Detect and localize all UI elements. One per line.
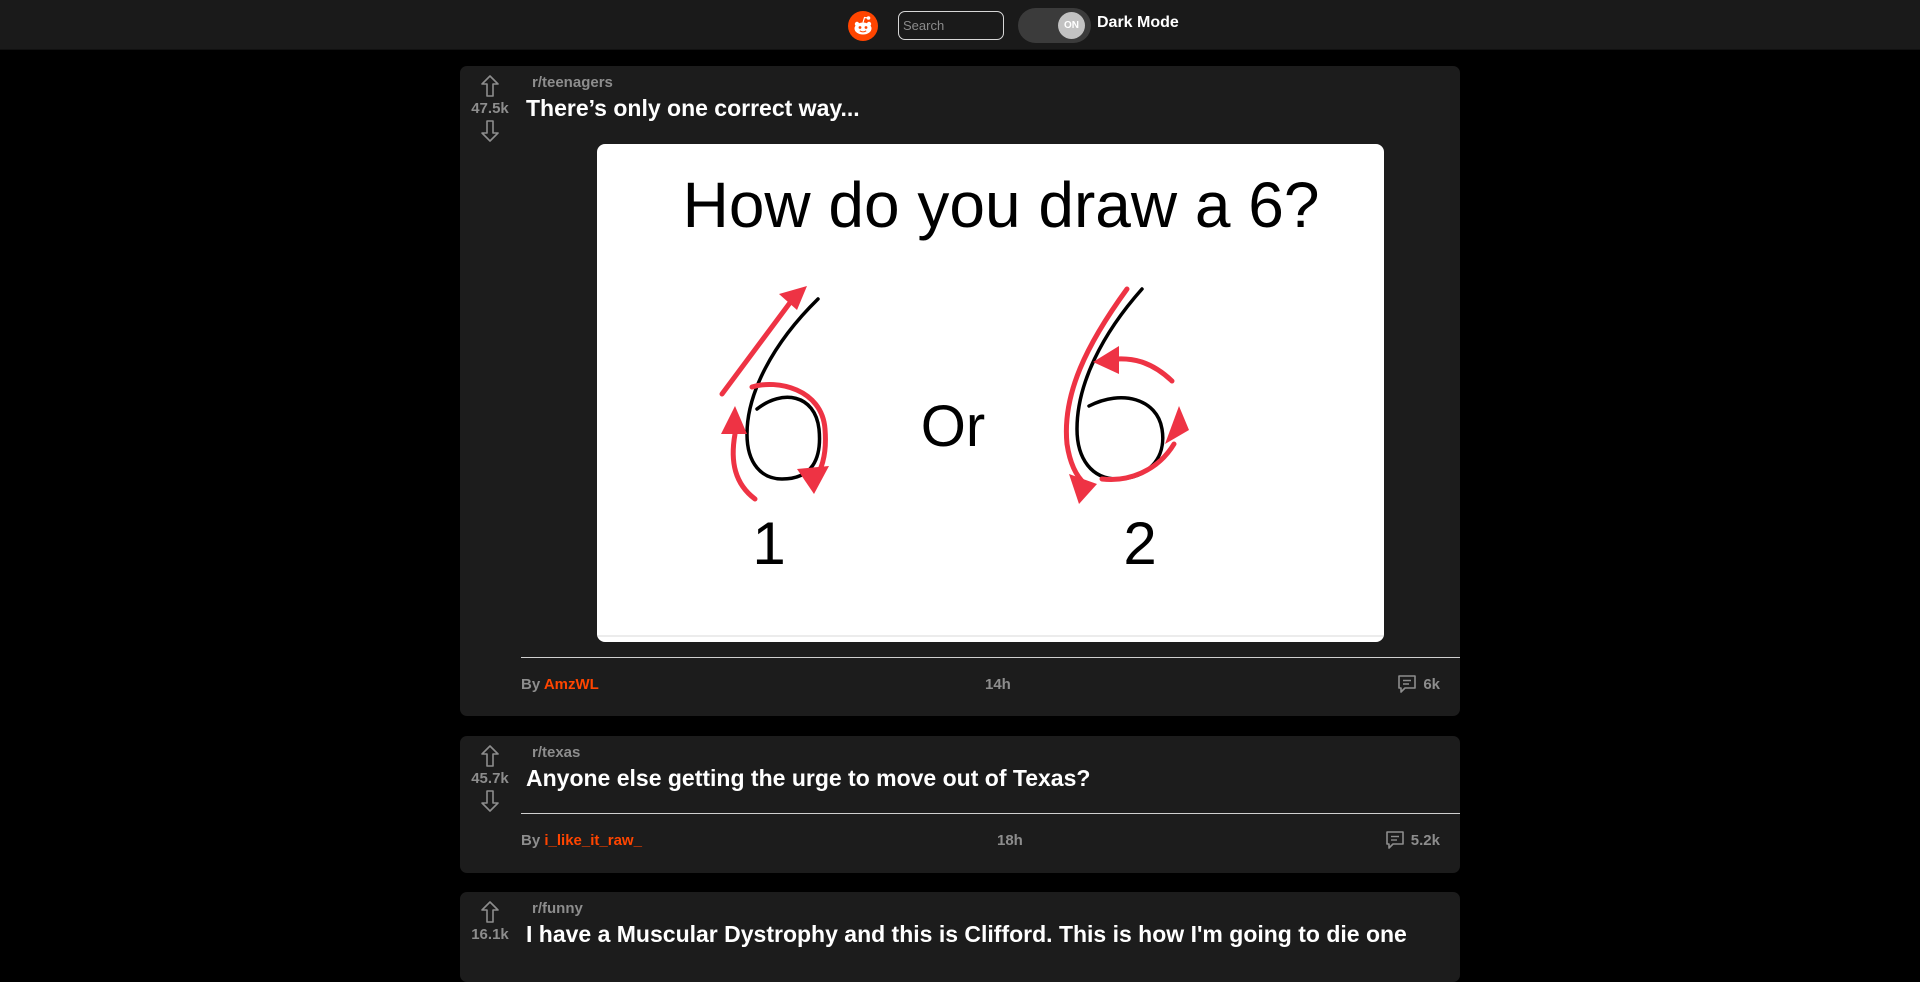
comments-button[interactable]: 5.2k [1384,829,1440,851]
author-line: By i_like_it_raw_ [521,832,642,849]
toggle-knob: ON [1058,12,1085,39]
subreddit-link[interactable]: r/teenagers [532,74,613,91]
author-line: By AmzWL [521,676,599,693]
downvote-arrow-icon[interactable] [480,119,500,143]
vote-column: 45.7k [460,744,520,813]
post-meta: By AmzWL 14h 6k [521,670,1460,700]
vote-column: 47.5k [460,74,520,143]
comments-button[interactable]: 6k [1396,673,1440,695]
post-divider [521,813,1460,814]
comment-bubble-icon [1398,675,1417,693]
dark-mode-toggle[interactable]: ON [1018,8,1091,43]
subreddit-link[interactable]: r/texas [532,744,580,761]
upvote-arrow-icon[interactable] [480,744,500,768]
by-label: By [521,676,541,693]
upvote-arrow-icon[interactable] [480,900,500,924]
post-title[interactable]: I have a Muscular Dystrophy and this is … [526,921,1446,948]
post-card[interactable]: 16.1k r/funny I have a Muscular Dystroph… [460,892,1460,982]
vote-column: 16.1k [460,900,520,945]
six-drawing-2 [1063,286,1189,504]
option-2-label: 2 [1123,510,1156,577]
author-link[interactable]: AmzWL [544,676,599,693]
post-image[interactable]: How do you draw a 6? 1 Or 2 [597,144,1384,642]
post-meta: By i_like_it_raw_ 18h 5.2k [521,826,1460,856]
comment-count: 6k [1423,675,1440,693]
vote-count: 16.1k [471,926,509,943]
image-heading: How do you draw a 6? [683,169,1320,241]
or-label: Or [921,394,985,459]
downvote-arrow-icon[interactable] [480,789,500,813]
post-divider [521,657,1460,658]
post-title[interactable]: Anyone else getting the urge to move out… [526,765,1446,792]
top-bar: ON Dark Mode [0,0,1920,50]
six-drawing-1 [719,286,829,502]
search-input[interactable] [898,11,1004,40]
post-card[interactable]: 47.5k r/teenagers There’s only one corre… [460,66,1460,716]
subreddit-link[interactable]: r/funny [532,900,583,917]
reddit-logo-icon[interactable] [848,11,878,41]
upvote-arrow-icon[interactable] [480,74,500,98]
vote-count: 45.7k [471,770,509,787]
comment-bubble-icon [1385,831,1404,849]
vote-count: 47.5k [471,100,509,117]
option-1-label: 1 [752,510,785,577]
post-time: 14h [985,676,1011,693]
post-time: 18h [997,832,1023,849]
post-card[interactable]: 45.7k r/texas Anyone else getting the ur… [460,736,1460,873]
by-label: By [521,832,541,849]
comment-count: 5.2k [1410,831,1440,849]
dark-mode-label: Dark Mode [1097,14,1179,31]
author-link[interactable]: i_like_it_raw_ [544,832,642,849]
post-title[interactable]: There’s only one correct way... [526,95,1446,122]
